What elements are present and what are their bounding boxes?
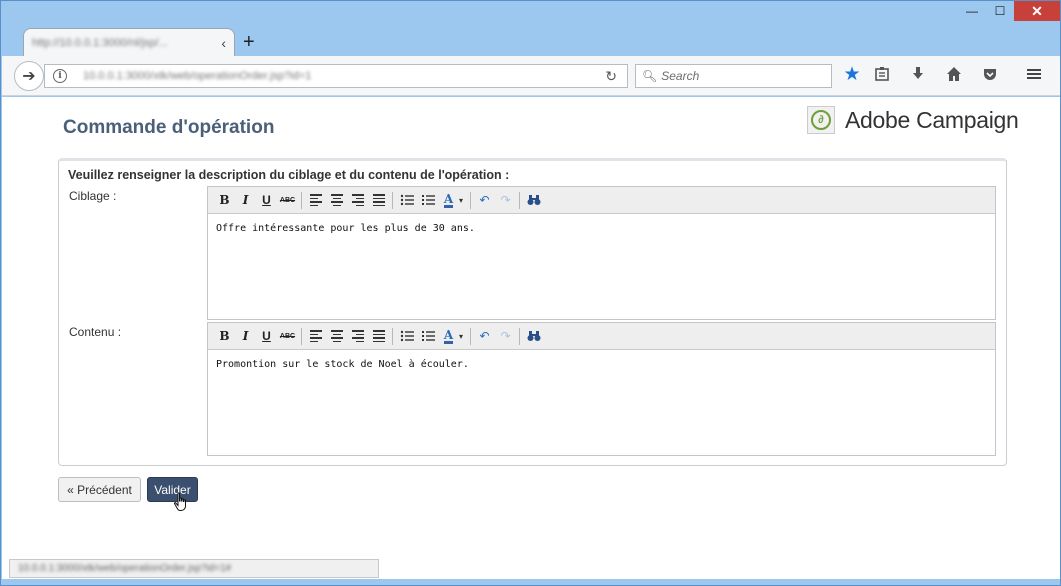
- back-icon: ➔: [22, 68, 36, 85]
- align-center-button[interactable]: [326, 190, 347, 211]
- numbered-list-icon: [421, 195, 435, 205]
- bookmark-star-icon[interactable]: ★: [842, 63, 862, 86]
- align-right-icon: [351, 330, 364, 342]
- bullet-list-icon: [400, 330, 414, 342]
- ciblage-label: Ciblage :: [69, 189, 117, 203]
- page-content: Commande d'opération ∂ Adobe Campaign Ve…: [2, 97, 1060, 579]
- bullet-list-icon: [400, 194, 414, 206]
- window-controls: — ☐ ✕: [958, 1, 1060, 23]
- reload-icon[interactable]: ↻: [605, 68, 617, 85]
- download-icon[interactable]: [908, 66, 928, 87]
- minimize-button[interactable]: —: [958, 1, 986, 21]
- align-left-button[interactable]: [305, 190, 326, 211]
- home-icon[interactable]: [944, 66, 964, 87]
- ciblage-toolbar: B I U ABC A ▾ ↶ ↷: [208, 187, 995, 214]
- justify-icon: [372, 194, 385, 206]
- operation-form-panel: Veuillez renseigner la description du ci…: [58, 158, 1007, 466]
- find-button[interactable]: [523, 326, 544, 347]
- justify-button[interactable]: [368, 326, 389, 347]
- tab-title: http://10.0.0.1:3000/nl/jsp/...: [32, 36, 168, 49]
- align-left-icon: [309, 330, 322, 342]
- strikethrough-button[interactable]: ABC: [277, 326, 298, 347]
- align-left-icon: [309, 194, 322, 206]
- font-color-dropdown-icon[interactable]: ▾: [459, 332, 467, 341]
- bold-button[interactable]: B: [214, 326, 235, 347]
- maximize-button[interactable]: ☐: [986, 1, 1014, 21]
- contenu-toolbar: B I U ABC A ▾ ↶ ↷: [208, 323, 995, 350]
- reading-list-icon[interactable]: [872, 66, 892, 87]
- align-center-icon: [330, 194, 343, 206]
- numbered-list-button[interactable]: [417, 326, 438, 347]
- toolbar-separator: [519, 327, 520, 345]
- menu-icon[interactable]: [1024, 66, 1044, 87]
- toolbar-separator: [392, 327, 393, 345]
- info-icon[interactable]: i: [53, 69, 67, 83]
- align-center-button[interactable]: [326, 326, 347, 347]
- align-right-icon: [351, 194, 364, 206]
- search-placeholder: Search: [661, 69, 700, 83]
- bullet-list-button[interactable]: [396, 326, 417, 347]
- browser-tab[interactable]: http://10.0.0.1:3000/nl/jsp/... ‹: [23, 28, 235, 56]
- numbered-list-icon: [421, 331, 435, 341]
- status-bar: 10.0.0.1:3000/xtk/web/operationOrder.jsp…: [9, 559, 379, 578]
- adobe-campaign-logo: ∂ Adobe Campaign: [807, 106, 1019, 134]
- new-tab-button[interactable]: +: [243, 31, 255, 54]
- redo-button[interactable]: ↷: [495, 190, 516, 211]
- close-window-button[interactable]: ✕: [1014, 1, 1060, 21]
- toolbar-separator: [392, 191, 393, 209]
- align-right-button[interactable]: [347, 326, 368, 347]
- logo-text: Adobe Campaign: [845, 106, 1019, 133]
- strikethrough-button[interactable]: ABC: [277, 190, 298, 211]
- justify-icon: [372, 330, 385, 342]
- underline-button[interactable]: U: [256, 326, 277, 347]
- font-color-button[interactable]: A: [438, 190, 459, 211]
- undo-button[interactable]: ↶: [474, 326, 495, 347]
- browser-window: — ☐ ✕ http://10.0.0.1:3000/nl/jsp/... ‹ …: [0, 0, 1061, 586]
- contenu-editor[interactable]: B I U ABC A ▾ ↶ ↷ Promontion sur le stoc…: [207, 322, 996, 456]
- previous-button[interactable]: « Précédent: [58, 477, 141, 502]
- ciblage-editor[interactable]: B I U ABC A ▾ ↶ ↷ Offre intéressante pou…: [207, 186, 996, 320]
- numbered-list-button[interactable]: [417, 190, 438, 211]
- align-right-button[interactable]: [347, 190, 368, 211]
- ciblage-text[interactable]: Offre intéressante pour les plus de 30 a…: [208, 214, 995, 243]
- font-color-button[interactable]: A: [438, 326, 459, 347]
- panel-heading: Veuillez renseigner la description du ci…: [68, 168, 510, 182]
- font-color-icon: A: [443, 327, 454, 344]
- align-center-icon: [330, 330, 343, 342]
- page-title: Commande d'opération: [63, 117, 275, 138]
- undo-button[interactable]: ↶: [474, 190, 495, 211]
- binoculars-icon: [527, 195, 540, 205]
- font-color-icon: A: [443, 191, 454, 208]
- logo-circle: ∂: [811, 110, 831, 130]
- toolbar-separator: [519, 191, 520, 209]
- contenu-text[interactable]: Promontion sur le stock de Noel à écoule…: [208, 350, 995, 379]
- italic-button[interactable]: I: [235, 190, 256, 211]
- find-button[interactable]: [523, 190, 544, 211]
- toolbar-separator: [301, 327, 302, 345]
- status-url: 10.0.0.1:3000/xtk/web/operationOrder.jsp…: [18, 563, 232, 574]
- bullet-list-button[interactable]: [396, 190, 417, 211]
- underline-button[interactable]: U: [256, 190, 277, 211]
- navigation-bar: ➔ i 10.0.0.1:3000/xtk/web/operationOrder…: [2, 56, 1060, 96]
- binoculars-icon: [527, 331, 540, 341]
- font-color-dropdown-icon[interactable]: ▾: [459, 196, 467, 205]
- contenu-label: Contenu :: [69, 325, 122, 339]
- redo-button[interactable]: ↷: [495, 326, 516, 347]
- align-left-button[interactable]: [305, 326, 326, 347]
- logo-mark-icon: ∂: [807, 106, 835, 134]
- bold-button[interactable]: B: [214, 190, 235, 211]
- url-text: 10.0.0.1:3000/xtk/web/operationOrder.jsp…: [83, 70, 312, 82]
- search-icon: 🔍︎: [642, 69, 658, 83]
- address-bar[interactable]: i 10.0.0.1:3000/xtk/web/operationOrder.j…: [44, 64, 628, 88]
- toolbar-separator: [470, 327, 471, 345]
- toolbar-separator: [301, 191, 302, 209]
- search-input[interactable]: 🔍︎ Search: [635, 64, 832, 88]
- justify-button[interactable]: [368, 190, 389, 211]
- toolbar-separator: [470, 191, 471, 209]
- italic-button[interactable]: I: [235, 326, 256, 347]
- pocket-icon[interactable]: [980, 66, 1000, 87]
- tab-chevron-icon[interactable]: ‹: [221, 35, 226, 51]
- hand-cursor-icon: [173, 492, 189, 517]
- back-button[interactable]: ➔: [14, 61, 44, 91]
